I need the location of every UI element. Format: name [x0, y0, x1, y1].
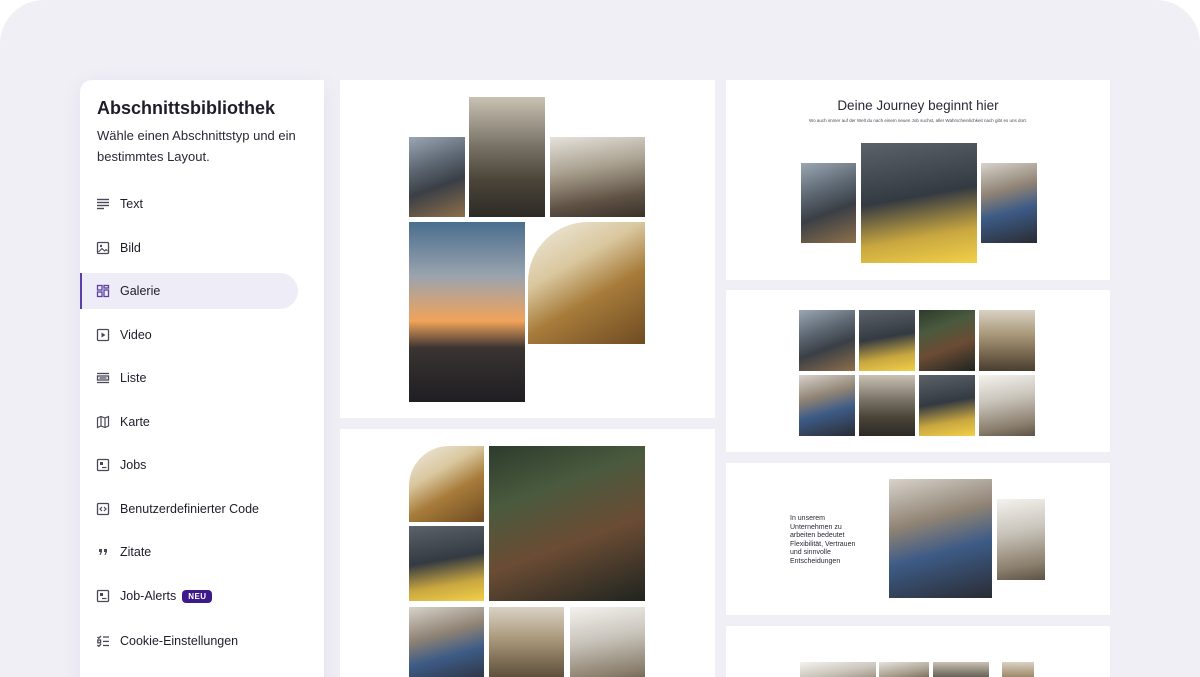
- gallery-photo: [570, 607, 645, 677]
- map-icon: [96, 415, 110, 429]
- gallery-photo: [801, 163, 856, 243]
- gallery-photo: [933, 662, 989, 677]
- gallery-photo: [861, 143, 977, 263]
- menu-item-label: Job-Alerts: [120, 589, 177, 603]
- menu-item-video[interactable]: Video: [80, 317, 298, 353]
- preview-heading: Deine Journey beginnt hier: [837, 98, 999, 113]
- preview-subheading: Wo auch immer auf der Welt du nach einem…: [808, 118, 1028, 123]
- gallery-photo: [997, 499, 1045, 580]
- gallery-photo: [799, 375, 855, 436]
- menu-item-text[interactable]: Text: [80, 186, 298, 222]
- quote-icon: [96, 545, 110, 559]
- app-canvas: Abschnittsbibliothek Wähle einen Abschni…: [0, 0, 1200, 677]
- text-lines-icon: [96, 197, 110, 211]
- menu-item-label: Jobs: [120, 458, 147, 472]
- gallery-photo: [981, 163, 1037, 243]
- list-icon: [96, 371, 110, 385]
- menu-item-label: Cookie-Einstellungen: [120, 634, 239, 648]
- gallery-photo: [409, 446, 484, 522]
- gallery-layout-strip-preview[interactable]: [726, 626, 1110, 677]
- gallery-layout-grid-preview[interactable]: [726, 290, 1110, 452]
- job-alerts-icon: [96, 589, 110, 603]
- gallery-photo: [1002, 662, 1034, 677]
- menu-item-cookie-settings[interactable]: Cookie-Einstellungen: [80, 623, 298, 659]
- gallery-photo: [799, 310, 855, 371]
- menu-item-liste[interactable]: Liste: [80, 360, 298, 396]
- gallery-layout-collage-preview[interactable]: [340, 80, 715, 418]
- image-icon: [96, 241, 110, 255]
- jobs-icon: [96, 458, 110, 472]
- video-play-icon: [96, 328, 110, 342]
- gallery-layout-text-image-preview[interactable]: In unserem Unternehmen zu arbeiten bedeu…: [726, 463, 1110, 615]
- gallery-photo: [889, 479, 992, 598]
- section-library-sidebar: Abschnittsbibliothek Wähle einen Abschni…: [80, 80, 324, 677]
- menu-item-label: Bild: [120, 241, 141, 255]
- gallery-photo: [919, 375, 975, 436]
- menu-item-bild[interactable]: Bild: [80, 230, 298, 266]
- menu-item-label: Text: [120, 197, 143, 211]
- gallery-photo: [550, 137, 645, 217]
- menu-item-zitate[interactable]: Zitate: [80, 534, 298, 570]
- gallery-layout-heading-preview[interactable]: Deine Journey beginnt hier Wo auch immer…: [726, 80, 1110, 280]
- gallery-photo: [409, 526, 484, 601]
- gallery-photo: [859, 375, 915, 436]
- gallery-icon: [96, 284, 110, 298]
- menu-item-custom-code[interactable]: Benutzerdefinierter Code: [80, 491, 298, 527]
- menu-item-label: Liste: [120, 371, 147, 385]
- menu-item-label: Benutzerdefinierter Code: [120, 502, 259, 516]
- gallery-photo: [469, 97, 545, 217]
- menu-item-label: Video: [120, 328, 152, 342]
- gallery-photo: [409, 137, 465, 217]
- menu-item-label: Zitate: [120, 545, 152, 559]
- sidebar-description: Wähle einen Abschnittstyp und ein bestim…: [97, 128, 296, 164]
- menu-item-galerie[interactable]: Galerie: [80, 273, 298, 309]
- gallery-photo: [879, 662, 929, 677]
- gallery-photo: [800, 662, 876, 677]
- cookie-settings-icon: [96, 634, 110, 648]
- gallery-photo: [409, 222, 525, 402]
- new-badge: NEU: [182, 589, 213, 603]
- menu-item-karte[interactable]: Karte: [80, 404, 298, 440]
- menu-item-label: Karte: [120, 415, 150, 429]
- gallery-photo: [409, 607, 484, 677]
- gallery-photo: [489, 446, 645, 601]
- gallery-photo: [489, 607, 564, 677]
- sidebar-title: Abschnittsbibliothek: [97, 98, 276, 118]
- menu-item-jobs[interactable]: Jobs: [80, 447, 298, 483]
- gallery-photo: [859, 310, 915, 371]
- gallery-photo: [979, 310, 1035, 371]
- menu-item-job-alerts[interactable]: Job-Alerts NEU: [80, 578, 298, 614]
- gallery-layout-mosaic-preview[interactable]: [340, 429, 715, 677]
- menu-item-label: Galerie: [120, 284, 161, 298]
- gallery-photo: [919, 310, 975, 371]
- gallery-photo: [528, 222, 645, 344]
- code-icon: [96, 502, 110, 516]
- preview-text: In unserem Unternehmen zu arbeiten bedeu…: [790, 515, 856, 565]
- gallery-photo: [979, 375, 1035, 436]
